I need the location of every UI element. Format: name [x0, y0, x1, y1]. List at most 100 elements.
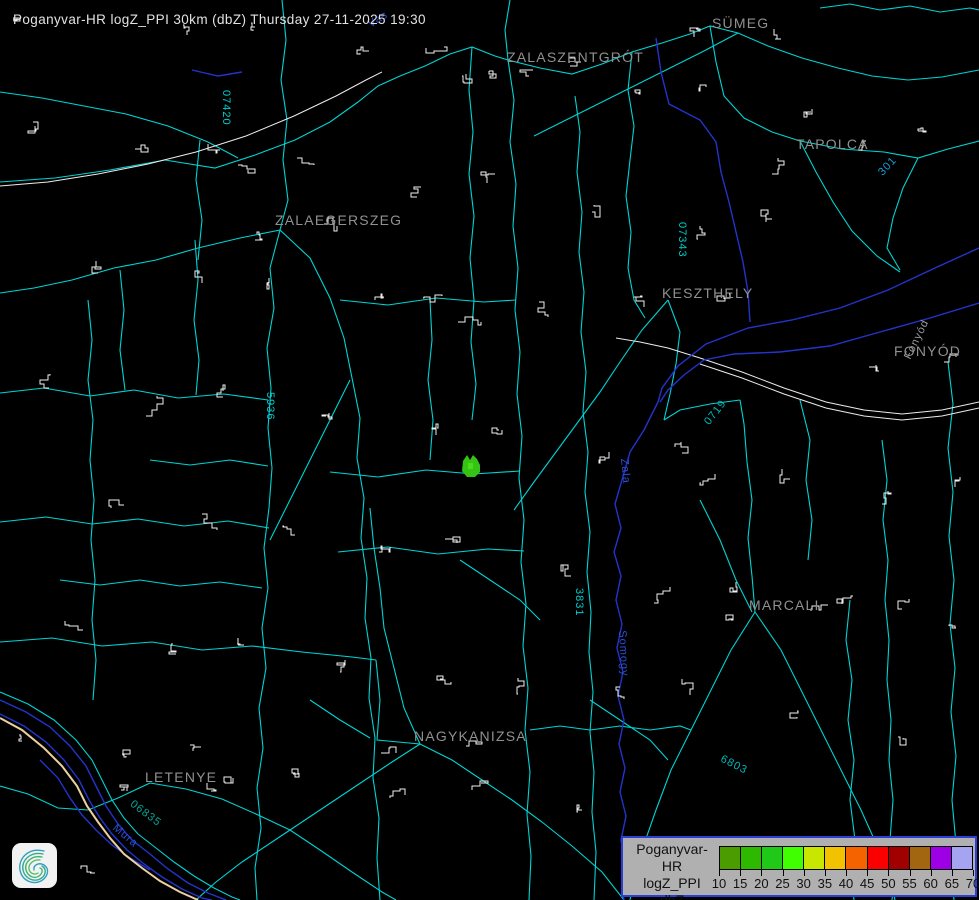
- settlement-outline: [357, 47, 369, 54]
- legend-color-cell: [868, 847, 889, 869]
- settlement-outline: [944, 354, 958, 362]
- settlement-outline: [122, 750, 130, 757]
- settlement-outline: [811, 605, 828, 611]
- settlement-outline: [918, 128, 926, 132]
- settlement-outline: [146, 396, 163, 416]
- map-canvas: [0, 0, 979, 900]
- settlement-outline: [492, 428, 502, 434]
- legend-tick-label: 50: [881, 876, 895, 891]
- settlement-outline: [577, 805, 582, 812]
- spiral-icon: [12, 843, 57, 888]
- settlement-outline: [267, 278, 269, 289]
- settlement-outline: [195, 271, 202, 283]
- settlement-outline: [697, 226, 705, 239]
- settlement-outline: [81, 866, 95, 873]
- legend-tick-label: 45: [860, 876, 874, 891]
- settlement-outline: [237, 638, 244, 645]
- road-network: [0, 0, 979, 900]
- legend-color-cell: [825, 847, 846, 869]
- settlement-outline: [858, 141, 866, 150]
- settlement-outline: [634, 296, 644, 307]
- legend-color-cell: [783, 847, 804, 869]
- settlement-outline: [772, 158, 784, 174]
- settlement-outline: [411, 187, 421, 197]
- weather-spiral-logo: [12, 843, 57, 888]
- settlement-outline: [190, 745, 201, 751]
- settlement-outline: [682, 679, 693, 695]
- settlement-outline: [337, 660, 345, 672]
- legend-tick-label: 60: [923, 876, 937, 891]
- settlement-outline: [458, 317, 481, 325]
- legend-tick-label: 10: [712, 876, 726, 891]
- settlement-outline: [790, 711, 798, 718]
- railway-lines: [0, 72, 979, 420]
- settlement-outline: [65, 621, 83, 630]
- settlement-outline: [481, 172, 495, 183]
- legend-text-block: Poganyvar-HR logZ_PPI dbZ: [627, 841, 717, 900]
- legend-tick-label: 70: [966, 876, 979, 891]
- legend-color-cell: [889, 847, 910, 869]
- radar-echo: [462, 455, 480, 477]
- radar-screen: SÜMEGZALASZENTGRÓTTAPOLCAZALAEGERSZEGKES…: [0, 0, 979, 900]
- legend-color-cell: [846, 847, 867, 869]
- settlement-outline: [283, 526, 295, 535]
- settlement-outline: [426, 47, 447, 53]
- settlement-outline: [898, 737, 906, 745]
- settlement-outline: [654, 587, 670, 603]
- legend-tick-label: 25: [775, 876, 789, 891]
- legend-color-cell: [931, 847, 952, 869]
- settlement-outline: [297, 158, 314, 165]
- settlement-outline: [774, 29, 781, 39]
- settlement-outline: [675, 442, 688, 453]
- settlement-outline: [207, 783, 216, 791]
- settlement-outline: [730, 582, 737, 592]
- settlement-outline: [955, 477, 960, 487]
- legend-colorbar: [719, 846, 973, 870]
- legend-radar-name: Poganyvar-HR: [627, 841, 717, 875]
- settlement-outline: [699, 85, 706, 91]
- legend-color-cell: [804, 847, 825, 869]
- settlement-outline: [717, 294, 730, 301]
- settlement-outline: [489, 71, 496, 78]
- legend-tick-label: 35: [818, 876, 832, 891]
- settlement-outline: [517, 678, 524, 694]
- settlement-outline: [599, 452, 609, 463]
- settlement-outline: [238, 165, 255, 173]
- settlement-outline: [592, 205, 600, 217]
- settlement-outline: [538, 302, 548, 317]
- settlement-outline: [92, 261, 101, 273]
- settlement-outline: [869, 365, 879, 371]
- settlement-outline: [375, 294, 384, 300]
- legend-color-cell: [910, 847, 931, 869]
- settlement-outline: [898, 599, 909, 609]
- legend-color-cell: [741, 847, 762, 869]
- settlement-outline: [217, 385, 225, 397]
- legend-tick-label: 55: [902, 876, 916, 891]
- settlement-outline: [726, 615, 733, 620]
- legend-tick-label: 15: [733, 876, 747, 891]
- settlement-outline: [561, 565, 571, 576]
- legend-color-cell: [720, 847, 741, 869]
- settlement-outline: [135, 145, 148, 152]
- settlement-outline: [292, 769, 299, 777]
- settlement-outline: [120, 785, 128, 791]
- legend-tick-label: 20: [754, 876, 768, 891]
- settlement-outline: [437, 676, 451, 684]
- settlement-outline: [224, 777, 233, 783]
- legend-product-name: logZ_PPI: [627, 875, 717, 892]
- dbz-legend: Poganyvar-HR logZ_PPI dbZ 10152025303540…: [621, 836, 977, 897]
- settlement-outline: [40, 374, 50, 388]
- settlement-outline: [381, 747, 396, 753]
- settlement-outline: [466, 741, 482, 746]
- settlement-outline: [390, 789, 405, 798]
- settlement-outline: [569, 58, 581, 66]
- settlement-outline: [882, 491, 891, 504]
- settlement-outline: [761, 210, 772, 222]
- settlement-outline: [837, 596, 853, 604]
- settlement-outline: [28, 122, 38, 133]
- settlement-outlines: [13, 18, 960, 873]
- settlement-outline: [445, 537, 460, 543]
- settlement-outline: [520, 70, 533, 76]
- settlement-outline: [635, 90, 640, 94]
- legend-tick-label: 40: [839, 876, 853, 891]
